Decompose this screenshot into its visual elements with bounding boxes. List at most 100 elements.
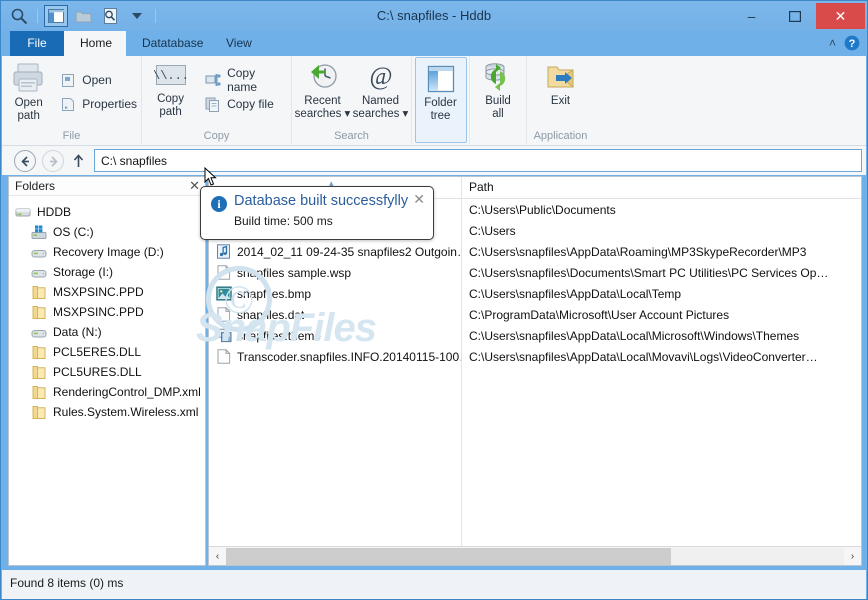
exit-button[interactable]: Exit: [532, 58, 590, 126]
tab-datatabase[interactable]: Datatabase: [126, 31, 210, 56]
tab-home[interactable]: Home: [64, 31, 126, 56]
ribbon-group-file-label: File: [62, 130, 81, 142]
copy-file-label: Copy file: [227, 97, 274, 111]
result-row-path[interactable]: C:\Users: [462, 220, 861, 241]
folder-icon[interactable]: [71, 5, 95, 27]
drive-icon: [31, 325, 48, 340]
scrollbar-thumb[interactable]: [226, 547, 671, 565]
notification-close-icon[interactable]: ✕: [413, 191, 425, 208]
tree-item[interactable]: HDDB: [13, 202, 205, 222]
tree-item[interactable]: PCL5ERES.DLL: [13, 342, 205, 362]
tree-item[interactable]: Storage (I:): [13, 262, 205, 282]
help-icon[interactable]: ?: [844, 35, 860, 51]
scrollbar-track[interactable]: [226, 547, 844, 565]
tab-view[interactable]: View: [210, 31, 262, 56]
folder-tree-panel-icon[interactable]: [44, 5, 68, 27]
open-path-button[interactable]: Open path: [2, 58, 55, 126]
file-search-icon[interactable]: [98, 5, 122, 27]
folder-tree-button[interactable]: Folder tree: [414, 57, 467, 143]
result-row-path[interactable]: C:\Users\snapfiles\AppData\Local\Microso…: [462, 325, 861, 346]
drive-icon: [31, 245, 48, 260]
result-file-name: Transcoder.snapfiles.INFO.20140115-100…: [237, 349, 461, 364]
folders-pane: Folders ✕ HDDB OS (C:) Recovery Image (D:)…: [8, 176, 206, 566]
build-all-label-2: all: [492, 108, 504, 120]
copy-name-label: Copy name: [227, 66, 258, 94]
open-button[interactable]: Open: [57, 68, 141, 92]
ribbon-group-application: Exit Application: [527, 56, 594, 144]
close-button[interactable]: ✕: [816, 3, 865, 29]
tree-item[interactable]: OS (C:): [13, 222, 205, 242]
build-all-button[interactable]: Build all: [470, 58, 526, 126]
tree-item[interactable]: RenderingControl_DMP.xml: [13, 382, 205, 402]
toolbar-divider-2: [155, 9, 156, 23]
forward-button[interactable]: [42, 150, 64, 172]
named-searches-label-1: Named: [361, 95, 400, 107]
toolbar-divider: [37, 9, 38, 23]
result-row-path[interactable]: C:\Users\snapfiles\AppData\Local\Movavi\…: [462, 346, 861, 367]
tree-item[interactable]: Data (N:): [13, 322, 205, 342]
maximize-button[interactable]: [773, 3, 816, 29]
back-button[interactable]: [14, 150, 36, 172]
notification-popup: i Database built successfylly Build time…: [200, 186, 434, 240]
chevron-up-icon[interactable]: ˄: [829, 36, 836, 50]
tree-item-label: Rules.System.Wireless.xml: [53, 405, 199, 419]
scroll-right-arrow-icon[interactable]: ›: [844, 551, 861, 562]
ribbon-tab-strip: File Home Datatabase View ˄ ?: [2, 31, 866, 56]
minimize-button[interactable]: –: [730, 3, 773, 29]
copy-name-button[interactable]: Copy name: [201, 66, 291, 94]
watermark-text: SnapFiles: [196, 306, 377, 350]
exit-folder-arrow-icon: [545, 62, 577, 92]
folder-tree-icon: [425, 64, 457, 94]
svg-text:\\...: \\...: [154, 69, 188, 83]
properties-button[interactable]: Properties: [57, 92, 141, 116]
drive-icon: [31, 265, 48, 280]
tree-item[interactable]: MSXPSINC.PPD: [13, 282, 205, 302]
results-path-column: C:\Users\Public\Documents C:\Users C:\User…: [462, 199, 861, 367]
tree-item[interactable]: Rules.System.Wireless.xml: [13, 402, 205, 422]
result-row[interactable]: 2014_02_11 09-24-35 snapfiles2 Outgoin…: [209, 241, 461, 262]
tree-item[interactable]: MSXPSINC.PPD: [13, 302, 205, 322]
ribbon-group-search-label: Search: [334, 130, 369, 142]
result-path-text: C:\Users\snapfiles\AppData\Roaming\MP3Sk…: [469, 244, 807, 259]
result-row-path[interactable]: C:\Users\snapfiles\Documents\Smart PC Ut…: [462, 262, 861, 283]
tree-item-label: PCL5ERES.DLL: [53, 345, 142, 359]
open-icon: [61, 73, 76, 88]
named-searches-label-2: searches ▾: [352, 108, 409, 120]
result-row-path[interactable]: C:\Users\snapfiles\AppData\Local\Temp: [462, 283, 861, 304]
scroll-left-arrow-icon[interactable]: ‹: [209, 551, 226, 562]
copy-path-button[interactable]: \\... Copy path: [142, 58, 199, 126]
search-icon[interactable]: [7, 5, 31, 27]
status-text: Found 8 items (0) ms: [10, 576, 124, 590]
result-path-text: C:\Users\Public\Documents: [469, 202, 616, 217]
horizontal-scrollbar[interactable]: ‹ ›: [209, 546, 861, 565]
open-label: Open: [82, 73, 112, 87]
result-row-path[interactable]: C:\ProgramData\Microsoft\User Account Pi…: [462, 304, 861, 325]
ribbon-group-foldertree: Folder tree: [412, 56, 470, 144]
tab-file[interactable]: File: [10, 31, 64, 56]
named-searches-button[interactable]: @ Named searches ▾: [352, 58, 410, 126]
exit-label: Exit: [550, 95, 571, 107]
customize-dropdown-icon[interactable]: [125, 5, 149, 27]
result-row-path[interactable]: C:\Users\Public\Documents: [462, 199, 861, 220]
tree-item[interactable]: Recovery Image (D:): [13, 242, 205, 262]
copy-path-label-1: Copy: [157, 93, 184, 105]
ribbon-group-copy: \\... Copy path Copy name Copy file Copy: [142, 56, 292, 144]
folder-icon: [31, 405, 48, 420]
result-file-name: 2014_02_11 09-24-35 snapfiles2 Outgoin…: [237, 244, 461, 259]
ribbon-group-file: Open path Open Properties File: [2, 56, 142, 144]
folder-tree-label-1: Folder: [424, 97, 457, 109]
tree-item[interactable]: PCL5URES.DLL: [13, 362, 205, 382]
copy-file-button[interactable]: Copy file: [201, 92, 291, 116]
hard-disk-icon: [15, 205, 32, 220]
result-row-path[interactable]: C:\Users\snapfiles\AppData\Roaming\MP3Sk…: [462, 241, 861, 262]
mouse-cursor: [204, 167, 218, 187]
column-header-path[interactable]: Path: [462, 177, 861, 199]
recent-searches-label-2: searches ▾: [294, 108, 351, 120]
copy-file-icon: [205, 97, 221, 112]
up-button[interactable]: [68, 151, 88, 171]
close-icon[interactable]: ✕: [189, 178, 200, 194]
folder-icon: [31, 285, 48, 300]
folder-tree: HDDB OS (C:) Recovery Image (D:) Storage (I…: [9, 196, 205, 422]
ribbon: Open path Open Properties File \\... Cop…: [2, 56, 866, 146]
recent-searches-button[interactable]: Recent searches ▾: [294, 58, 352, 126]
